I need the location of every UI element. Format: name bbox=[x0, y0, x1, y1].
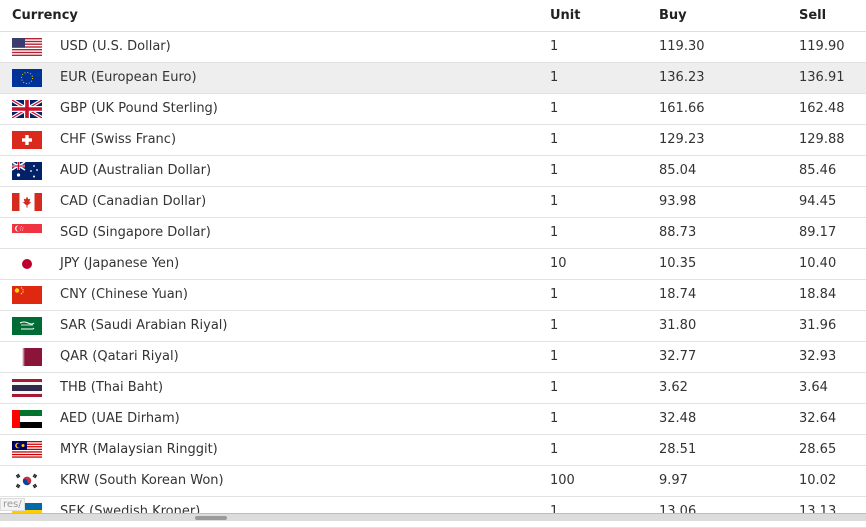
buy-value: 32.77 bbox=[659, 349, 697, 364]
swiss-flag-icon bbox=[12, 131, 42, 149]
scrollbar-thumb[interactable] bbox=[195, 516, 227, 520]
currency-name: SAR (Saudi Arabian Riyal) bbox=[60, 318, 228, 333]
china-flag-icon bbox=[12, 286, 42, 304]
buy-value: 31.80 bbox=[659, 318, 697, 333]
unit-value: 1 bbox=[550, 411, 559, 426]
buy-value: 9.97 bbox=[659, 473, 688, 488]
unit-value: 1 bbox=[550, 442, 559, 457]
buy-value: 32.48 bbox=[659, 411, 697, 426]
currency-name: JPY (Japanese Yen) bbox=[60, 256, 180, 271]
buy-value: 88.73 bbox=[659, 225, 697, 240]
unit-value: 1 bbox=[550, 101, 559, 116]
currency-name: AED (UAE Dirham) bbox=[60, 411, 180, 426]
buy-value: 161.66 bbox=[659, 101, 705, 116]
buy-value: 3.62 bbox=[659, 380, 688, 395]
table-row: USD (U.S. Dollar) 1 119.30 119.90 bbox=[0, 32, 866, 63]
table-row: JPY (Japanese Yen) 10 10.35 10.40 bbox=[0, 249, 866, 280]
sell-value: 89.17 bbox=[799, 225, 837, 240]
buy-value: 10.35 bbox=[659, 256, 697, 271]
sell-value: 18.84 bbox=[799, 287, 837, 302]
exchange-rate-table: Currency Unit Buy Sell USD (U.S. Dollar)… bbox=[0, 0, 866, 528]
sell-value: 32.93 bbox=[799, 349, 837, 364]
unit-value: 1 bbox=[550, 132, 559, 147]
unit-value: 1 bbox=[550, 39, 559, 54]
unit-value: 1 bbox=[550, 225, 559, 240]
sell-value: 119.90 bbox=[799, 39, 845, 54]
unit-value: 1 bbox=[550, 194, 559, 209]
table-row: QAR (Qatari Riyal) 1 32.77 32.93 bbox=[0, 342, 866, 373]
table-row: CAD (Canadian Dollar) 1 93.98 94.45 bbox=[0, 187, 866, 218]
canada-flag-icon bbox=[12, 193, 42, 211]
table-row: SAR (Saudi Arabian Riyal) 1 31.80 31.96 bbox=[0, 311, 866, 342]
sell-value: 136.91 bbox=[799, 70, 845, 85]
currency-name: CHF (Swiss Franc) bbox=[60, 132, 177, 147]
sell-value: 3.64 bbox=[799, 380, 828, 395]
unit-column-header: Unit bbox=[550, 8, 581, 23]
buy-value: 93.98 bbox=[659, 194, 697, 209]
table-row: AED (UAE Dirham) 1 32.48 32.64 bbox=[0, 404, 866, 435]
currency-name: EUR (European Euro) bbox=[60, 70, 197, 85]
sell-value: 94.45 bbox=[799, 194, 837, 209]
buy-value: 85.04 bbox=[659, 163, 697, 178]
eu-flag-icon bbox=[12, 69, 42, 87]
table-row: CNY (Chinese Yuan) 1 18.74 18.84 bbox=[0, 280, 866, 311]
unit-value: 1 bbox=[550, 349, 559, 364]
status-text: res/ bbox=[0, 498, 25, 511]
table-row: THB (Thai Baht) 1 3.62 3.64 bbox=[0, 373, 866, 404]
buy-value: 18.74 bbox=[659, 287, 697, 302]
unit-value: 10 bbox=[550, 256, 567, 271]
buy-value: 28.51 bbox=[659, 442, 697, 457]
sell-value: 162.48 bbox=[799, 101, 845, 116]
uae-flag-icon bbox=[12, 410, 42, 428]
currency-name: QAR (Qatari Riyal) bbox=[60, 349, 179, 364]
unit-value: 100 bbox=[550, 473, 575, 488]
currency-name: THB (Thai Baht) bbox=[60, 380, 164, 395]
japan-flag-icon bbox=[12, 255, 42, 273]
saudi-flag-icon bbox=[12, 317, 42, 335]
korea-flag-icon bbox=[12, 472, 42, 490]
currency-name: AUD (Australian Dollar) bbox=[60, 163, 212, 178]
uk-flag-icon bbox=[12, 100, 42, 118]
singapore-flag-icon bbox=[12, 224, 42, 242]
currency-name: USD (U.S. Dollar) bbox=[60, 39, 171, 54]
buy-column-header: Buy bbox=[659, 8, 687, 23]
unit-value: 1 bbox=[550, 287, 559, 302]
currency-name: SGD (Singapore Dollar) bbox=[60, 225, 211, 240]
table-header: Currency Unit Buy Sell bbox=[0, 0, 866, 32]
sell-value: 10.40 bbox=[799, 256, 837, 271]
sell-value: 31.96 bbox=[799, 318, 837, 333]
table-row: CHF (Swiss Franc) 1 129.23 129.88 bbox=[0, 125, 866, 156]
sell-value: 10.02 bbox=[799, 473, 837, 488]
currency-name: CNY (Chinese Yuan) bbox=[60, 287, 188, 302]
unit-value: 1 bbox=[550, 163, 559, 178]
unit-value: 1 bbox=[550, 318, 559, 333]
table-row: AUD (Australian Dollar) 1 85.04 85.46 bbox=[0, 156, 866, 187]
table-row: MYR (Malaysian Ringgit) 1 28.51 28.65 bbox=[0, 435, 866, 466]
sell-value: 85.46 bbox=[799, 163, 837, 178]
buy-value: 136.23 bbox=[659, 70, 705, 85]
malaysia-flag-icon bbox=[12, 441, 42, 459]
sell-column-header: Sell bbox=[799, 8, 827, 23]
currency-name: GBP (UK Pound Sterling) bbox=[60, 101, 218, 116]
buy-value: 129.23 bbox=[659, 132, 705, 147]
qatar-flag-icon bbox=[12, 348, 42, 366]
table-row: EUR (European Euro) 1 136.23 136.91 bbox=[0, 63, 866, 94]
unit-value: 1 bbox=[550, 70, 559, 85]
currency-name: CAD (Canadian Dollar) bbox=[60, 194, 207, 209]
buy-value: 119.30 bbox=[659, 39, 705, 54]
australia-flag-icon bbox=[12, 162, 42, 180]
table-row: KRW (South Korean Won) 100 9.97 10.02 bbox=[0, 466, 866, 497]
us-flag-icon bbox=[12, 38, 42, 56]
sell-value: 28.65 bbox=[799, 442, 837, 457]
currency-name: KRW (South Korean Won) bbox=[60, 473, 224, 488]
table-row: SGD (Singapore Dollar) 1 88.73 89.17 bbox=[0, 218, 866, 249]
table-row: GBP (UK Pound Sterling) 1 161.66 162.48 bbox=[0, 94, 866, 125]
thailand-flag-icon bbox=[12, 379, 42, 397]
currency-name: MYR (Malaysian Ringgit) bbox=[60, 442, 218, 457]
unit-value: 1 bbox=[550, 380, 559, 395]
currency-column-header: Currency bbox=[12, 8, 78, 23]
sell-value: 32.64 bbox=[799, 411, 837, 426]
sell-value: 129.88 bbox=[799, 132, 845, 147]
